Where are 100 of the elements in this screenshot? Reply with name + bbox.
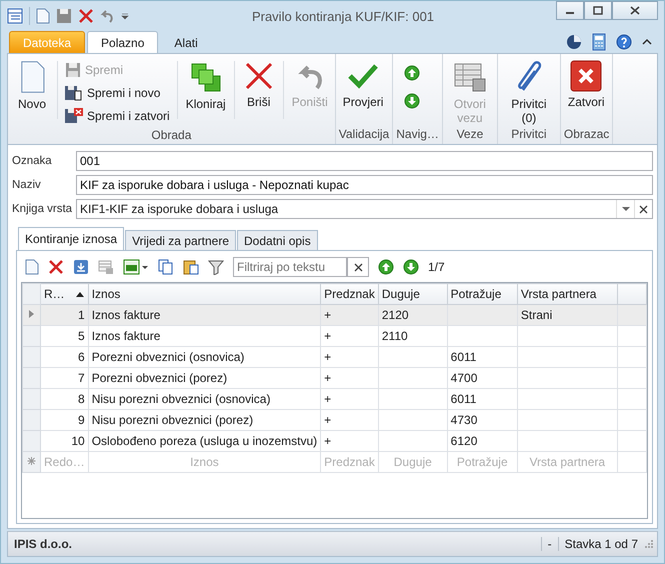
- table-cell: 9: [40, 410, 88, 430]
- table-cell: [378, 410, 448, 430]
- column-header[interactable]: Iznos: [88, 284, 321, 304]
- input-field[interactable]: KIF za isporuke dobara i usluga - Nepoznati kupac: [76, 175, 653, 195]
- close-button[interactable]: [612, 1, 658, 20]
- table-cell: [447, 304, 518, 326]
- table-cell: 6120: [447, 430, 518, 452]
- table-cell: Nisu porezni obveznici (porez): [88, 410, 321, 430]
- lookup-field[interactable]: KIF1-KIF za isporuke dobara i usluga: [76, 199, 653, 219]
- collapse-chevron-icon[interactable]: [642, 38, 652, 46]
- group-label: Navig…: [395, 126, 440, 143]
- group-label: Obrada: [150, 127, 192, 144]
- table-cell: Iznos fakture: [88, 326, 321, 346]
- ribbon-button[interactable]: Spremi i zatvori: [62, 105, 173, 127]
- app-icon: [7, 8, 23, 24]
- next-button[interactable]: [403, 259, 419, 275]
- group-label: Obrazac: [562, 126, 610, 143]
- record-position: Stavka 1 od 7: [558, 537, 644, 551]
- table-cell: 1: [40, 304, 88, 326]
- next-button[interactable]: [404, 93, 420, 109]
- ribbon-tab[interactable]: Polazno: [87, 31, 158, 53]
- table-cell: [378, 388, 448, 410]
- ribbon-button[interactable]: Provjeri: [338, 57, 388, 126]
- resize-grip-icon[interactable]: [644, 539, 654, 549]
- table-cell: 7: [40, 368, 88, 388]
- tab[interactable]: Dodatni opis: [237, 230, 318, 250]
- copy-icon[interactable]: [158, 259, 174, 275]
- undo-arrow-icon[interactable]: [100, 8, 114, 24]
- table-cell: Strani: [517, 304, 618, 326]
- search-field[interactable]: Filtriraj po tekstu: [233, 257, 347, 277]
- input-field[interactable]: 001: [76, 151, 653, 171]
- table-cell: +: [320, 326, 378, 346]
- delete-icon[interactable]: [48, 259, 64, 275]
- dropdown-caret-icon[interactable]: [120, 12, 130, 20]
- floppy-disk-icon: [65, 85, 83, 101]
- document-icon[interactable]: [36, 8, 50, 24]
- calculator-icon[interactable]: [592, 33, 606, 51]
- group-label: Privitci: [510, 126, 548, 143]
- group-label: Validacija: [338, 126, 390, 143]
- table-cell: +: [320, 368, 378, 388]
- company-name: IPIS d.o.o.: [13, 537, 74, 551]
- ribbon-button[interactable]: Spremi i novo: [62, 82, 173, 104]
- ribbon-button[interactable]: Briši: [238, 57, 279, 127]
- column-header[interactable]: R…: [40, 284, 88, 304]
- ribbon-tab[interactable]: Alati: [160, 31, 212, 53]
- ribbon-button[interactable]: Novo: [11, 57, 53, 127]
- table-cell: [447, 326, 518, 346]
- ribbon-button[interactable]: Kloniraj: [182, 57, 230, 127]
- previous-button[interactable]: [404, 65, 420, 81]
- ribbon-button[interactable]: Privitci (0): [500, 57, 557, 126]
- status-text: -: [540, 537, 558, 551]
- caret-icon: [622, 206, 630, 212]
- column-header[interactable]: Duguje: [378, 284, 448, 304]
- spreadsheet-export-icon[interactable]: [123, 259, 149, 275]
- close-icon: [639, 204, 648, 214]
- group-label: Veze: [456, 126, 484, 143]
- table-cell: [378, 368, 448, 388]
- help-icon[interactable]: [616, 34, 632, 50]
- table-cell: 6: [40, 346, 88, 368]
- pie-chart-icon[interactable]: [566, 34, 582, 50]
- field-label: Naziv: [12, 179, 42, 191]
- floppy-disk-icon: [65, 108, 83, 124]
- tab[interactable]: Vrijedi za partnere: [125, 230, 236, 250]
- table-cell: 8: [40, 388, 88, 410]
- ribbon-button[interactable]: Zatvori: [564, 57, 609, 126]
- restore-button[interactable]: [584, 1, 612, 20]
- filter-icon[interactable]: [208, 259, 224, 275]
- table-cell: 4700: [447, 368, 518, 388]
- minimize-button[interactable]: [556, 1, 584, 20]
- table-cell: +: [320, 346, 378, 368]
- delete-icon[interactable]: [78, 8, 94, 24]
- table-cell: +: [320, 410, 378, 430]
- table-cell: 5: [40, 326, 88, 346]
- window-title: Pravilo kontiranja KUF/KIF: 001: [250, 8, 436, 24]
- table-cell: 2110: [378, 326, 448, 346]
- column-header[interactable]: Predznak: [320, 284, 378, 304]
- restore-icon: [593, 6, 603, 15]
- table-cell: 10: [40, 430, 88, 452]
- record-counter: 1/7: [428, 260, 445, 274]
- close-icon: [570, 60, 602, 92]
- column-header[interactable]: Potražuje: [447, 284, 518, 304]
- previous-button[interactable]: [378, 259, 394, 275]
- tab[interactable]: Kontiranje iznosa: [18, 227, 124, 250]
- paste-icon[interactable]: [183, 259, 199, 275]
- close-icon: [354, 262, 362, 272]
- field-label: Oznaka: [12, 155, 53, 167]
- sort-arrow-icon: [74, 290, 85, 298]
- table-cell: [378, 346, 448, 368]
- column-header[interactable]: Vrsta partnera: [517, 284, 618, 304]
- table-cell: +: [320, 388, 378, 410]
- document-icon[interactable]: [25, 259, 39, 275]
- table-cell: Iznos fakture: [88, 304, 321, 326]
- download-icon[interactable]: [73, 259, 89, 275]
- table-cell: Nisu porezni obveznici (osnovica): [88, 388, 321, 410]
- table-cell: +: [320, 430, 378, 452]
- table-cell: +: [320, 304, 378, 326]
- clear-button[interactable]: [347, 257, 369, 277]
- field-label: Knjiga vrsta: [12, 203, 74, 215]
- table-cell: 6011: [447, 346, 518, 368]
- table-cell: Porezni obveznici (porez): [88, 368, 321, 388]
